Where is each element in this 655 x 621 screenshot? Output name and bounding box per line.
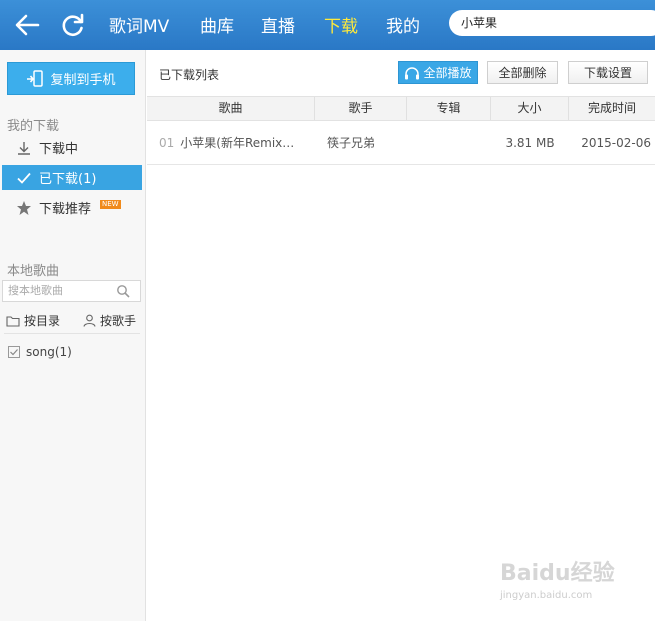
local-search-input[interactable]: 搜本地歌曲 [2, 280, 141, 302]
tab-label: 按歌手 [100, 314, 137, 328]
song-title: 小苹果(新年Remix… [180, 136, 295, 150]
tab-by-artist[interactable]: 按歌手 [83, 312, 136, 329]
divider [4, 333, 140, 334]
local-search-placeholder: 搜本地歌曲 [8, 284, 63, 297]
tab-by-directory[interactable]: 按目录 [6, 312, 60, 329]
nav-download[interactable]: 下载 [324, 12, 358, 37]
download-arrow-icon [18, 141, 30, 155]
sidebar-item-label: 下载中 [39, 142, 79, 157]
column-header-song[interactable]: 歌曲 [147, 97, 315, 120]
headphones-icon [405, 66, 420, 79]
sidebar-item-recommended[interactable]: 下载推荐 NEW [2, 195, 142, 220]
folder-icon [6, 315, 20, 327]
sidebar-item-label: 下载推荐 [39, 202, 92, 217]
check-icon [17, 172, 31, 184]
column-header-size[interactable]: 大小 [491, 97, 569, 120]
checkbox-icon[interactable] [8, 346, 20, 358]
sidebar-item-downloaded[interactable]: 已下载(1) [2, 165, 142, 190]
search-icon[interactable] [116, 284, 130, 298]
nav-live[interactable]: 直播 [261, 12, 295, 37]
star-icon [17, 200, 31, 215]
column-header-album[interactable]: 专辑 [407, 97, 491, 120]
row-number: 01 [159, 136, 175, 150]
sidebar-item-downloading[interactable]: 下载中 [2, 135, 142, 160]
local-songs-title: 本地歌曲 [7, 264, 60, 279]
new-badge: NEW [100, 200, 121, 209]
column-header-artist[interactable]: 歌手 [315, 97, 407, 120]
artist-cell: 筷子兄弟 [327, 136, 376, 150]
back-arrow-icon[interactable] [12, 10, 42, 40]
search-input[interactable]: 小苹果 [449, 10, 655, 36]
download-list-panel: 已下载列表 全部播放 全部删除 下载设置 歌曲 歌手 专辑 大小 完成时间 01… [147, 50, 655, 621]
refresh-icon[interactable] [58, 10, 88, 40]
folder-label: song(1) [26, 345, 72, 359]
watermark-logo: Baidu经验 [500, 561, 615, 586]
finish-time-cell: 2015-02-06 [581, 135, 651, 150]
tab-label: 按目录 [24, 314, 61, 328]
size-cell: 3.81 MB [505, 135, 555, 150]
nav-mine[interactable]: 我的 [386, 12, 420, 37]
my-downloads-title: 我的下载 [7, 119, 60, 134]
table-row[interactable]: 01 小苹果(新年Remix… 筷子兄弟 3.81 MB 2015-02-06 [147, 121, 655, 165]
watermark-url: jingyan.baidu.com [500, 590, 593, 601]
sidebar: 复制到手机 我的下载 下载中 已下载(1) 下载推荐 NEW 本地歌曲 搜本地歌… [0, 50, 146, 621]
table-header: 歌曲 歌手 专辑 大小 完成时间 [147, 96, 655, 121]
copy-to-phone-button[interactable]: 复制到手机 [7, 62, 135, 95]
delete-all-button[interactable]: 全部删除 [487, 61, 558, 84]
user-icon [83, 314, 96, 327]
page-title: 已下载列表 [159, 68, 220, 82]
nav-music-library[interactable]: 曲库 [200, 12, 234, 37]
nav-lyrics-mv[interactable]: 歌词MV [109, 12, 169, 37]
column-header-finish-time[interactable]: 完成时间 [569, 97, 655, 120]
copy-to-phone-label: 复制到手机 [50, 73, 116, 88]
download-settings-button[interactable]: 下载设置 [568, 61, 648, 84]
play-all-label: 全部播放 [423, 66, 472, 80]
song-cell: 01 小苹果(新年Remix… [147, 134, 315, 151]
phone-transfer-icon [27, 69, 44, 87]
play-all-button[interactable]: 全部播放 [398, 61, 478, 84]
top-nav-bar: 歌词MV 曲库 直播 下载 我的 小苹果 [0, 0, 655, 50]
folder-item-song[interactable]: song(1) [8, 345, 72, 359]
sidebar-item-label: 已下载(1) [39, 172, 97, 187]
